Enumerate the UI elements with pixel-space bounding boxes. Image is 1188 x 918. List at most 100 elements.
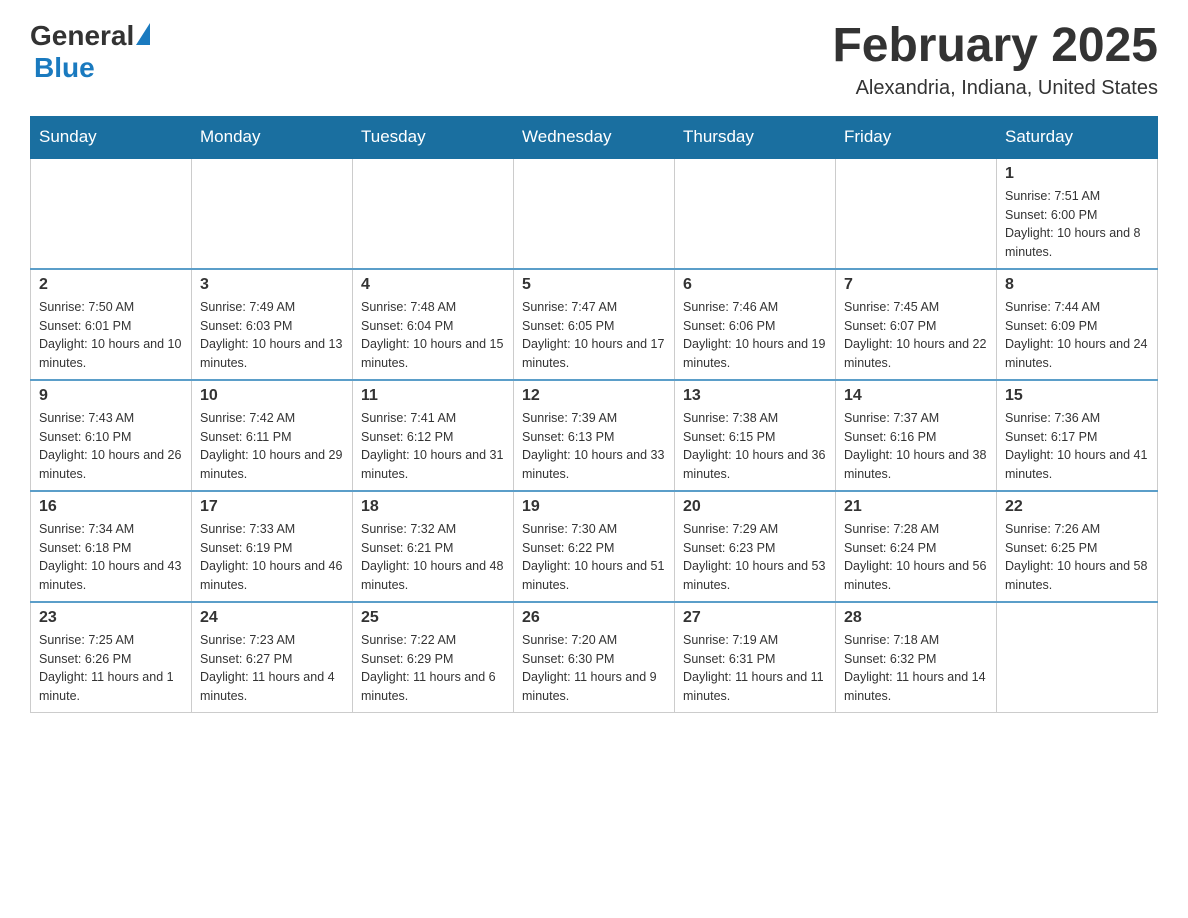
calendar-cell: 25 Sunrise: 7:22 AM Sunset: 6:29 PM Dayli…	[353, 602, 514, 713]
calendar-cell	[31, 158, 192, 269]
day-info: Sunrise: 7:39 AM Sunset: 6:13 PM Dayligh…	[522, 409, 666, 484]
calendar-table: SundayMondayTuesdayWednesdayThursdayFrid…	[30, 116, 1158, 713]
calendar-cell	[192, 158, 353, 269]
calendar-cell	[997, 602, 1158, 713]
calendar-cell: 5 Sunrise: 7:47 AM Sunset: 6:05 PM Daylig…	[514, 269, 675, 380]
title-section: February 2025 Alexandria, Indiana, Unite…	[832, 20, 1158, 100]
weekday-header-monday: Monday	[192, 116, 353, 158]
calendar-week-row: 23Sunrise: 7:25 AM Sunset: 6:26 PM Dayli…	[31, 602, 1158, 713]
logo-flag-icon	[136, 23, 150, 45]
day-info: Sunrise: 7:44 AM Sunset: 6:09 PM Dayligh…	[1005, 298, 1149, 373]
calendar-cell: 8 Sunrise: 7:44 AM Sunset: 6:09 PM Daylig…	[997, 269, 1158, 380]
day-info: Sunrise: 7:30 AM Sunset: 6:22 PM Dayligh…	[522, 520, 666, 595]
day-number: 5	[522, 276, 666, 294]
calendar-cell: 9Sunrise: 7:43 AM Sunset: 6:10 PM Daylig…	[31, 380, 192, 491]
day-number: 20	[683, 498, 827, 516]
day-number: 1	[1005, 165, 1149, 183]
logo-blue-text: Blue	[34, 52, 95, 83]
calendar-cell: 4 Sunrise: 7:48 AM Sunset: 6:04 PM Daylig…	[353, 269, 514, 380]
day-number: 4	[361, 276, 505, 294]
day-number: 6	[683, 276, 827, 294]
calendar-cell: 24Sunrise: 7:23 AM Sunset: 6:27 PM Dayli…	[192, 602, 353, 713]
calendar-cell: 18 Sunrise: 7:32 AM Sunset: 6:21 PM Dayli…	[353, 491, 514, 602]
day-number: 10	[200, 387, 344, 405]
day-number: 27	[683, 609, 827, 627]
calendar-cell: 13Sunrise: 7:38 AM Sunset: 6:15 PM Dayli…	[675, 380, 836, 491]
day-number: 11	[361, 387, 505, 405]
calendar-cell: 14 Sunrise: 7:37 AM Sunset: 6:16 PM Dayli…	[836, 380, 997, 491]
calendar-cell: 7Sunrise: 7:45 AM Sunset: 6:07 PM Daylig…	[836, 269, 997, 380]
calendar-cell	[836, 158, 997, 269]
day-number: 25	[361, 609, 505, 627]
day-info: Sunrise: 7:20 AM Sunset: 6:30 PM Dayligh…	[522, 631, 666, 706]
day-info: Sunrise: 7:33 AM Sunset: 6:19 PM Dayligh…	[200, 520, 344, 595]
calendar-week-row: 9Sunrise: 7:43 AM Sunset: 6:10 PM Daylig…	[31, 380, 1158, 491]
calendar-cell: 6 Sunrise: 7:46 AM Sunset: 6:06 PM Daylig…	[675, 269, 836, 380]
day-info: Sunrise: 7:49 AM Sunset: 6:03 PM Dayligh…	[200, 298, 344, 373]
day-info: Sunrise: 7:51 AM Sunset: 6:00 PM Dayligh…	[1005, 187, 1149, 262]
calendar-cell	[353, 158, 514, 269]
weekday-header-saturday: Saturday	[997, 116, 1158, 158]
day-number: 8	[1005, 276, 1149, 294]
day-info: Sunrise: 7:34 AM Sunset: 6:18 PM Dayligh…	[39, 520, 183, 595]
month-title: February 2025	[832, 20, 1158, 73]
day-info: Sunrise: 7:18 AM Sunset: 6:32 PM Dayligh…	[844, 631, 988, 706]
calendar-cell: 23Sunrise: 7:25 AM Sunset: 6:26 PM Dayli…	[31, 602, 192, 713]
day-info: Sunrise: 7:45 AM Sunset: 6:07 PM Dayligh…	[844, 298, 988, 373]
day-info: Sunrise: 7:37 AM Sunset: 6:16 PM Dayligh…	[844, 409, 988, 484]
day-number: 3	[200, 276, 344, 294]
calendar-cell: 17 Sunrise: 7:33 AM Sunset: 6:19 PM Dayli…	[192, 491, 353, 602]
calendar-cell	[514, 158, 675, 269]
day-number: 15	[1005, 387, 1149, 405]
calendar-cell	[675, 158, 836, 269]
day-number: 2	[39, 276, 183, 294]
calendar-cell: 11 Sunrise: 7:41 AM Sunset: 6:12 PM Dayli…	[353, 380, 514, 491]
day-info: Sunrise: 7:25 AM Sunset: 6:26 PM Dayligh…	[39, 631, 183, 706]
day-number: 9	[39, 387, 183, 405]
calendar-cell: 28 Sunrise: 7:18 AM Sunset: 6:32 PM Dayli…	[836, 602, 997, 713]
day-info: Sunrise: 7:36 AM Sunset: 6:17 PM Dayligh…	[1005, 409, 1149, 484]
day-number: 19	[522, 498, 666, 516]
day-info: Sunrise: 7:22 AM Sunset: 6:29 PM Dayligh…	[361, 631, 505, 706]
day-info: Sunrise: 7:32 AM Sunset: 6:21 PM Dayligh…	[361, 520, 505, 595]
day-number: 22	[1005, 498, 1149, 516]
calendar-cell: 22 Sunrise: 7:26 AM Sunset: 6:25 PM Dayli…	[997, 491, 1158, 602]
day-info: Sunrise: 7:46 AM Sunset: 6:06 PM Dayligh…	[683, 298, 827, 373]
day-number: 18	[361, 498, 505, 516]
day-info: Sunrise: 7:29 AM Sunset: 6:23 PM Dayligh…	[683, 520, 827, 595]
day-info: Sunrise: 7:41 AM Sunset: 6:12 PM Dayligh…	[361, 409, 505, 484]
calendar-cell: 19 Sunrise: 7:30 AM Sunset: 6:22 PM Dayli…	[514, 491, 675, 602]
day-info: Sunrise: 7:47 AM Sunset: 6:05 PM Dayligh…	[522, 298, 666, 373]
calendar-week-row: 1 Sunrise: 7:51 AM Sunset: 6:00 PM Daylig…	[31, 158, 1158, 269]
day-info: Sunrise: 7:48 AM Sunset: 6:04 PM Dayligh…	[361, 298, 505, 373]
location-subtitle: Alexandria, Indiana, United States	[832, 77, 1158, 100]
day-info: Sunrise: 7:38 AM Sunset: 6:15 PM Dayligh…	[683, 409, 827, 484]
calendar-cell: 2 Sunrise: 7:50 AM Sunset: 6:01 PM Daylig…	[31, 269, 192, 380]
page-header: General Blue February 2025 Alexandria, I…	[30, 20, 1158, 100]
calendar-cell: 15 Sunrise: 7:36 AM Sunset: 6:17 PM Dayli…	[997, 380, 1158, 491]
day-number: 28	[844, 609, 988, 627]
weekday-header-sunday: Sunday	[31, 116, 192, 158]
day-info: Sunrise: 7:28 AM Sunset: 6:24 PM Dayligh…	[844, 520, 988, 595]
day-info: Sunrise: 7:26 AM Sunset: 6:25 PM Dayligh…	[1005, 520, 1149, 595]
day-number: 14	[844, 387, 988, 405]
calendar-cell: 20 Sunrise: 7:29 AM Sunset: 6:23 PM Dayli…	[675, 491, 836, 602]
day-number: 21	[844, 498, 988, 516]
calendar-week-row: 2 Sunrise: 7:50 AM Sunset: 6:01 PM Daylig…	[31, 269, 1158, 380]
calendar-cell: 3 Sunrise: 7:49 AM Sunset: 6:03 PM Daylig…	[192, 269, 353, 380]
weekday-header-wednesday: Wednesday	[514, 116, 675, 158]
calendar-cell: 16 Sunrise: 7:34 AM Sunset: 6:18 PM Dayli…	[31, 491, 192, 602]
day-number: 26	[522, 609, 666, 627]
day-number: 16	[39, 498, 183, 516]
weekday-header-friday: Friday	[836, 116, 997, 158]
day-number: 17	[200, 498, 344, 516]
weekday-header-tuesday: Tuesday	[353, 116, 514, 158]
calendar-cell: 21 Sunrise: 7:28 AM Sunset: 6:24 PM Dayli…	[836, 491, 997, 602]
day-info: Sunrise: 7:23 AM Sunset: 6:27 PM Dayligh…	[200, 631, 344, 706]
calendar-cell: 12Sunrise: 7:39 AM Sunset: 6:13 PM Dayli…	[514, 380, 675, 491]
calendar-cell: 1 Sunrise: 7:51 AM Sunset: 6:00 PM Daylig…	[997, 158, 1158, 269]
calendar-cell: 27Sunrise: 7:19 AM Sunset: 6:31 PM Dayli…	[675, 602, 836, 713]
logo: General Blue	[30, 20, 152, 84]
day-info: Sunrise: 7:50 AM Sunset: 6:01 PM Dayligh…	[39, 298, 183, 373]
weekday-header-row: SundayMondayTuesdayWednesdayThursdayFrid…	[31, 116, 1158, 158]
